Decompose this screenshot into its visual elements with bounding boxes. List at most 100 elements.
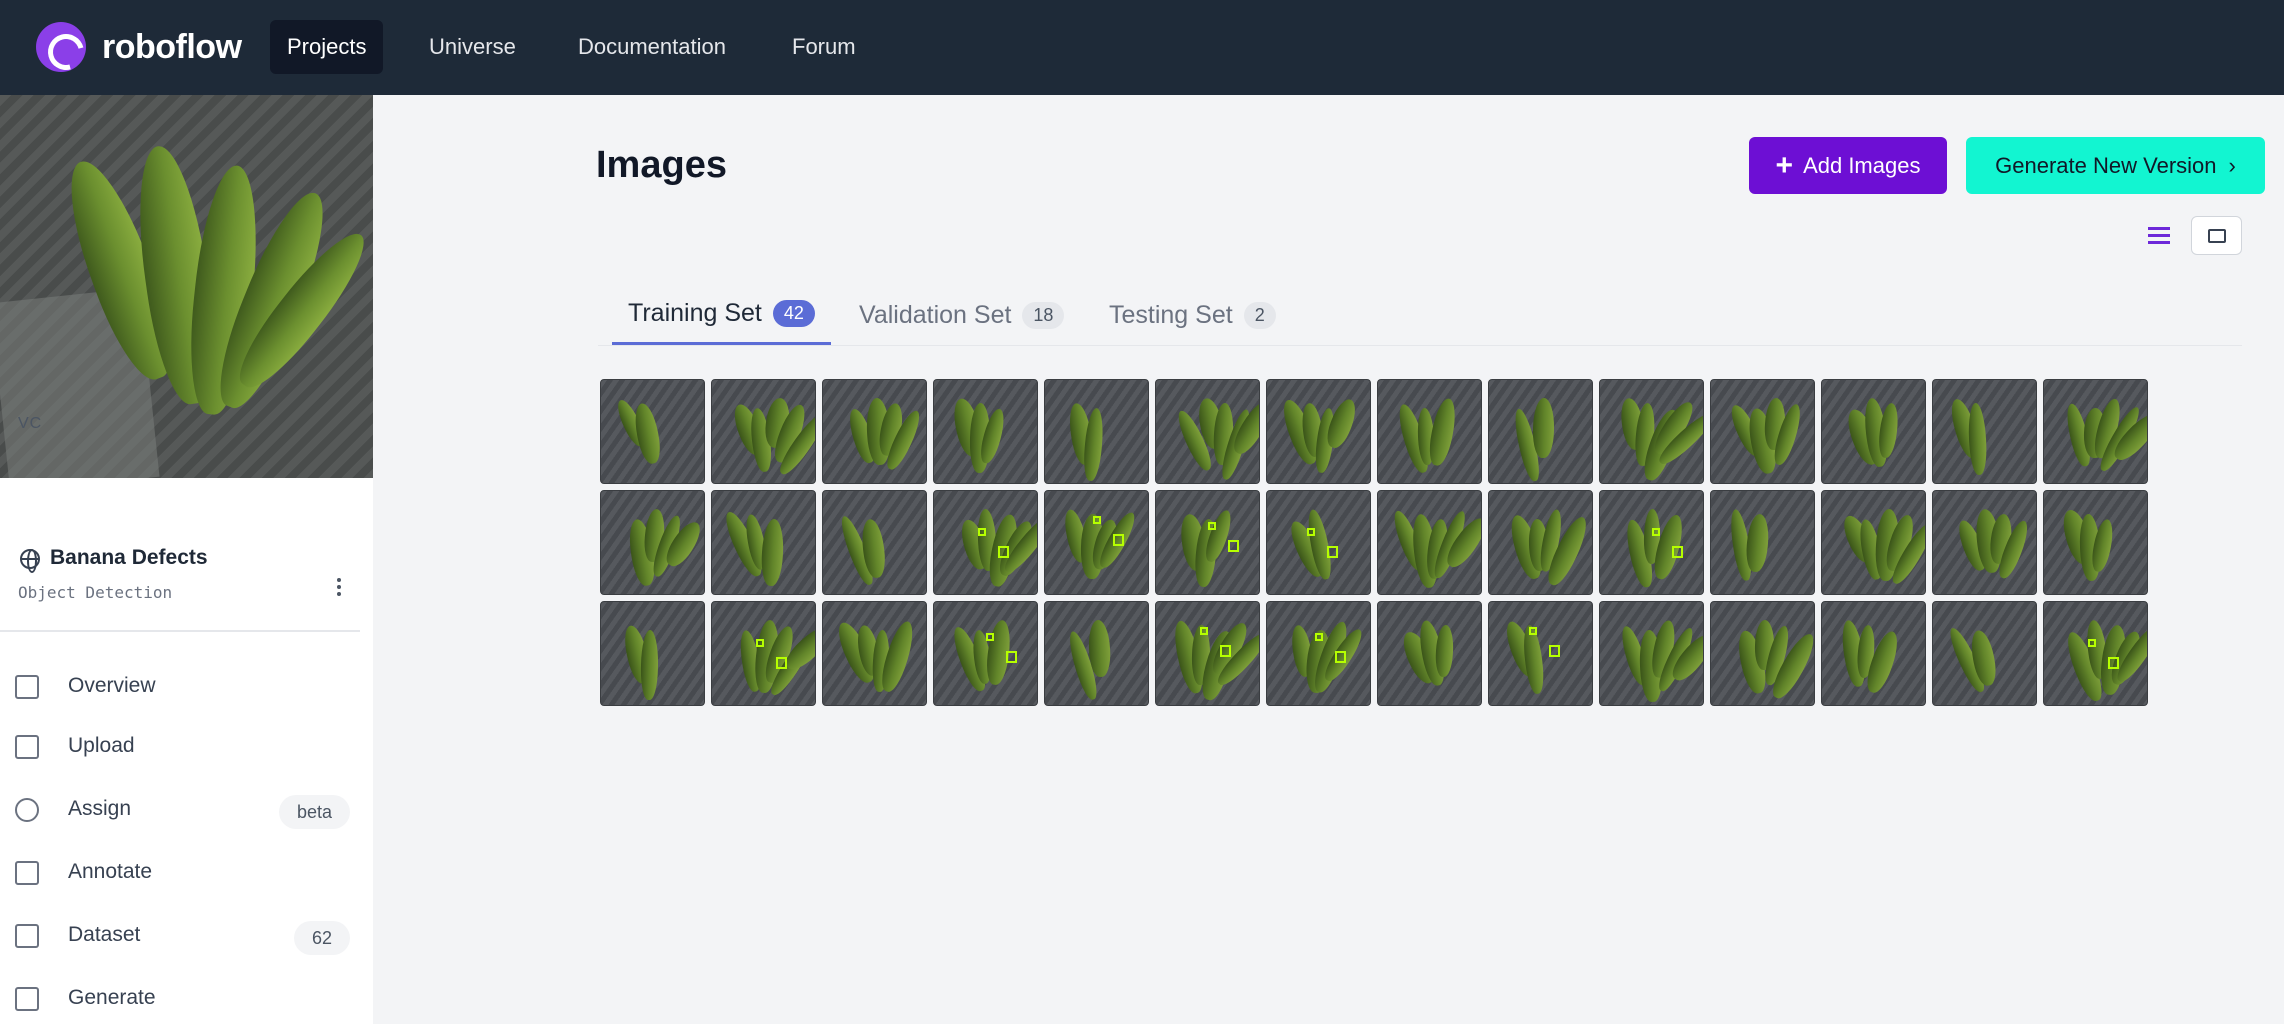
tab-testing-set[interactable]: Testing Set 2 <box>1109 285 1276 345</box>
image-thumbnail[interactable] <box>1266 490 1371 595</box>
sidebar-item-label: Generate <box>68 986 156 1009</box>
image-thumbnail[interactable] <box>2043 490 2148 595</box>
chevron-right-icon: › <box>2228 152 2236 178</box>
image-thumbnail[interactable] <box>822 379 927 484</box>
generate-new-version-button[interactable]: Generate New Version › <box>1966 137 2265 194</box>
image-thumbnail[interactable] <box>1155 601 1260 706</box>
annotation-box <box>2108 657 2119 669</box>
upload-icon <box>15 735 39 759</box>
image-thumbnail[interactable] <box>933 490 1038 595</box>
list-view-icon[interactable] <box>2148 227 2170 245</box>
image-thumbnail[interactable] <box>1266 379 1371 484</box>
sidebar-item-label: Annotate <box>68 860 153 883</box>
tab-count: 42 <box>772 300 815 327</box>
image-thumbnail[interactable] <box>1821 379 1926 484</box>
sidebar-item-label: Dataset <box>68 923 141 946</box>
image-thumbnail[interactable] <box>600 379 705 484</box>
tab-validation-set[interactable]: Validation Set 18 <box>859 285 1065 345</box>
image-thumbnail[interactable] <box>1932 379 2037 484</box>
sidebar-divider <box>0 630 360 632</box>
sidebar-item-upload[interactable]: Upload <box>0 722 360 772</box>
annotation-box <box>1307 528 1315 536</box>
project-type: Object Detection <box>18 583 173 602</box>
image-thumbnail[interactable] <box>2043 601 2148 706</box>
page-title: Images <box>596 144 727 186</box>
image-thumbnail[interactable] <box>1377 490 1482 595</box>
annotation-box <box>1549 645 1560 657</box>
image-thumbnail[interactable] <box>1044 490 1149 595</box>
sidebar-item-annotate[interactable]: Annotate <box>0 848 360 898</box>
image-thumbnail[interactable] <box>1377 379 1482 484</box>
image-thumbnail[interactable] <box>1599 379 1704 484</box>
annotation-box <box>978 528 986 536</box>
sidebar-item-generate[interactable]: Generate <box>0 974 360 1024</box>
image-thumbnail[interactable] <box>600 601 705 706</box>
grid-view-button[interactable] <box>2191 216 2242 255</box>
tab-label: Testing Set <box>1109 300 1233 329</box>
roboflow-logo[interactable]: roboflow <box>36 22 242 72</box>
image-thumbnail[interactable] <box>1932 490 2037 595</box>
project-cover-image <box>0 95 373 478</box>
tab-label: Training Set <box>628 299 762 327</box>
nav-universe[interactable]: Universe <box>412 20 533 74</box>
sidebar-item-assign[interactable]: Assign beta <box>0 785 360 835</box>
tab-count: 18 <box>1022 301 1065 329</box>
nav-documentation[interactable]: Documentation <box>561 20 743 74</box>
image-thumbnail[interactable] <box>711 490 816 595</box>
annotation-box <box>1113 534 1124 546</box>
annotation-box <box>1220 645 1231 657</box>
image-thumbnail[interactable] <box>711 601 816 706</box>
image-thumbnail[interactable] <box>600 490 705 595</box>
top-navbar: roboflow Projects Universe Documentation… <box>0 0 2284 95</box>
generate-icon <box>15 987 39 1011</box>
image-thumbnail[interactable] <box>1599 601 1704 706</box>
image-thumbnail[interactable] <box>1599 490 1704 595</box>
image-thumbnail[interactable] <box>1488 490 1593 595</box>
image-thumbnail[interactable] <box>1155 379 1260 484</box>
image-thumbnail[interactable] <box>2043 379 2148 484</box>
annotation-box <box>1315 633 1323 641</box>
image-thumbnail[interactable] <box>822 490 927 595</box>
image-thumbnail[interactable] <box>1377 601 1482 706</box>
annotation-box <box>1672 546 1683 558</box>
image-thumbnail[interactable] <box>933 379 1038 484</box>
nav-projects[interactable]: Projects <box>270 20 384 74</box>
sidebar: VC Banana Defects Object Detection Overv… <box>0 95 373 1024</box>
brand-name: roboflow <box>102 27 242 66</box>
tab-training-set[interactable]: Training Set 42 <box>612 285 831 345</box>
image-thumbnail[interactable] <box>933 601 1038 706</box>
image-thumbnail[interactable] <box>1821 490 1926 595</box>
annotation-box <box>1006 651 1017 663</box>
image-thumbnail[interactable] <box>1488 601 1593 706</box>
sidebar-item-overview[interactable]: Overview <box>0 662 360 712</box>
image-thumbnail[interactable] <box>711 379 816 484</box>
nav-forum[interactable]: Forum <box>775 20 873 74</box>
annotation-box <box>776 657 787 669</box>
image-thumbnail[interactable] <box>1044 601 1149 706</box>
image-thumbnail[interactable] <box>1488 379 1593 484</box>
workspace-name[interactable]: VC <box>18 415 42 433</box>
annotation-box <box>998 546 1009 558</box>
sidebar-item-label: Assign <box>68 797 132 820</box>
image-thumbnail[interactable] <box>1932 601 2037 706</box>
image-thumbnail[interactable] <box>1710 601 1815 706</box>
project-name[interactable]: Banana Defects <box>50 546 208 570</box>
annotation-box <box>2088 639 2096 647</box>
dataset-icon <box>15 924 39 948</box>
generate-label: Generate New Version <box>1995 152 2217 178</box>
kebab-menu-icon[interactable] <box>335 578 343 600</box>
image-thumbnail[interactable] <box>1710 379 1815 484</box>
dataset-split-tabs: Training Set 42 Validation Set 18 Testin… <box>598 285 2242 346</box>
image-thumbnail[interactable] <box>1044 379 1149 484</box>
image-thumbnail[interactable] <box>1821 601 1926 706</box>
image-thumbnail[interactable] <box>822 601 927 706</box>
image-thumbnail[interactable] <box>1155 490 1260 595</box>
search-icon <box>15 798 39 822</box>
add-images-button[interactable]: + Add Images <box>1749 137 1947 194</box>
image-thumbnail[interactable] <box>1710 490 1815 595</box>
dataset-count-badge: 62 <box>293 921 350 955</box>
sidebar-item-dataset[interactable]: Dataset 62 <box>0 911 360 961</box>
image-thumbnail[interactable] <box>1266 601 1371 706</box>
beta-badge: beta <box>278 795 350 829</box>
plus-icon: + <box>1775 148 1794 182</box>
